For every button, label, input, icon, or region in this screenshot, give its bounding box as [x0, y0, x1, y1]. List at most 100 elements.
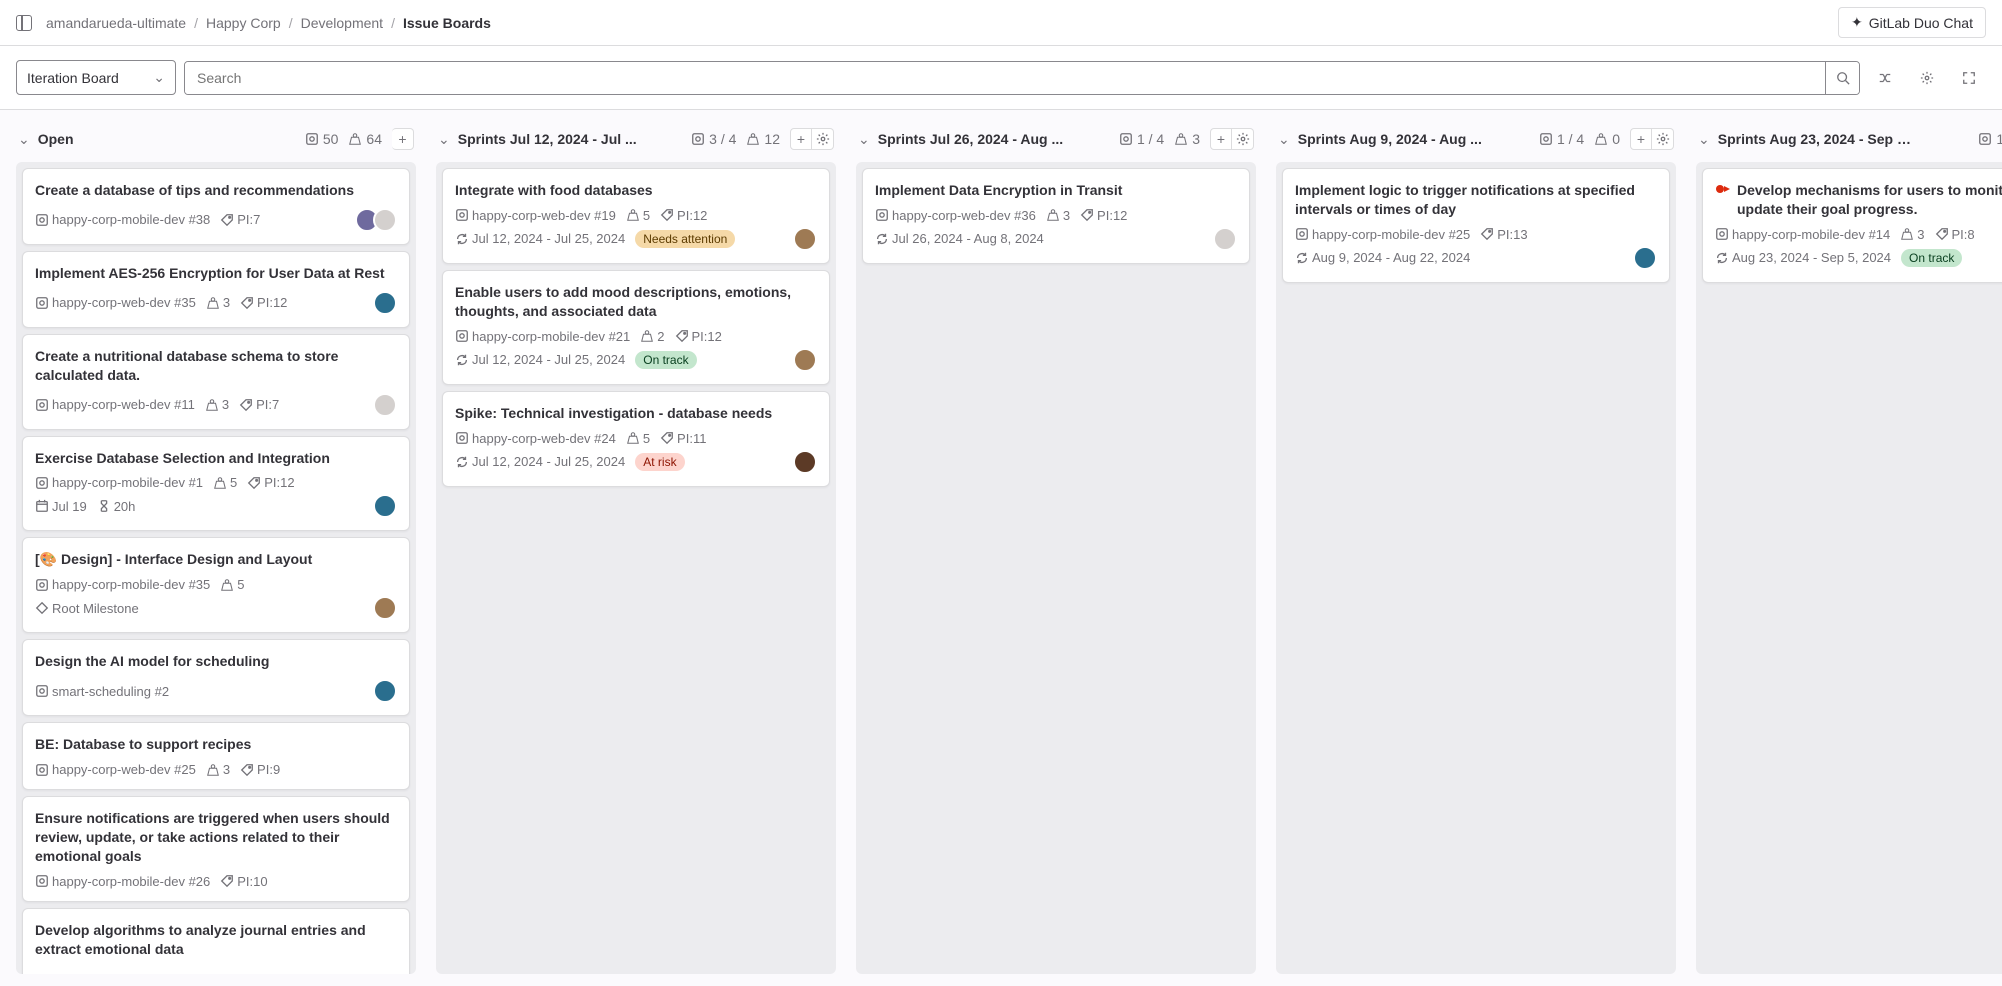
avatar[interactable]	[1633, 246, 1657, 270]
issue-card[interactable]: Develop algorithms to analyze journal en…	[22, 908, 410, 974]
issue-card[interactable]: Enable users to add mood descriptions, e…	[442, 270, 830, 385]
project-ref: smart-scheduling #2	[35, 684, 169, 699]
column-settings-button[interactable]	[1232, 128, 1254, 150]
assignee-avatars[interactable]	[373, 494, 397, 518]
assignee-avatars[interactable]	[373, 679, 397, 703]
duo-chat-button[interactable]: ✦ GitLab Duo Chat	[1838, 7, 1986, 38]
issue-card[interactable]: Implement logic to trigger notifications…	[1282, 168, 1670, 283]
column-header: ⌄ Open 50 64 +	[16, 122, 416, 162]
issue-card[interactable]: Implement Data Encryption in Transit happ…	[862, 168, 1250, 264]
assignee-avatars[interactable]	[373, 596, 397, 620]
assignee-avatars[interactable]	[793, 227, 817, 251]
assignee-avatars[interactable]	[355, 208, 397, 232]
breadcrumb-item[interactable]: amandarueda-ultimate	[46, 15, 186, 31]
assignee-avatars[interactable]	[1633, 246, 1657, 270]
top-bar: amandarueda-ultimate / Happy Corp / Deve…	[0, 0, 2002, 46]
avatar[interactable]	[373, 208, 397, 232]
add-issue-button[interactable]: +	[790, 128, 812, 150]
avatar[interactable]	[1213, 227, 1237, 251]
iteration-dates: Jul 12, 2024 - Jul 25, 2024	[455, 454, 625, 469]
issue-card[interactable]: Spike: Technical investigation - databas…	[442, 391, 830, 487]
card-weight: 3	[206, 295, 230, 310]
add-issue-button[interactable]: +	[1210, 128, 1232, 150]
issue-card[interactable]: Ensure notifications are triggered when …	[22, 796, 410, 902]
assignee-avatars[interactable]	[793, 450, 817, 474]
issue-card[interactable]: Exercise Database Selection and Integrat…	[22, 436, 410, 532]
column-body[interactable]: Create a database of tips and recommenda…	[16, 162, 416, 974]
card-title: Spike: Technical investigation - databas…	[455, 404, 817, 423]
breadcrumb-item[interactable]: Issue Boards	[403, 15, 491, 31]
chevron-down-icon[interactable]: ⌄	[1278, 131, 1290, 148]
issue-card[interactable]: Design the AI model for scheduling smart-…	[22, 639, 410, 716]
column-body[interactable]: Implement logic to trigger notifications…	[1276, 162, 1676, 974]
assignee-avatars[interactable]	[1213, 227, 1237, 251]
avatar[interactable]	[373, 494, 397, 518]
board-column: ⌄ Open 50 64 + Create a database of tips…	[16, 122, 416, 974]
assignee-avatars[interactable]	[373, 393, 397, 417]
chevron-down-icon[interactable]: ⌄	[18, 131, 30, 148]
chevron-down-icon[interactable]: ⌄	[858, 131, 870, 148]
avatar[interactable]	[793, 450, 817, 474]
project-ref: happy-corp-web-dev #36	[875, 208, 1036, 223]
assignee-avatars[interactable]	[793, 348, 817, 372]
breadcrumb-item[interactable]: Development	[301, 15, 384, 31]
issue-card[interactable]: Implement AES-256 Encryption for User Da…	[22, 251, 410, 328]
board-settings-button[interactable]	[1910, 61, 1944, 95]
avatar[interactable]	[373, 596, 397, 620]
issue-card[interactable]: Create a nutritional database schema to …	[22, 334, 410, 430]
avatar[interactable]	[373, 393, 397, 417]
card-weight: 5	[626, 208, 650, 223]
card-weight: 3	[1900, 227, 1924, 242]
board-selector[interactable]: Iteration Board ⌄	[16, 60, 176, 95]
avatar[interactable]	[793, 227, 817, 251]
project-ref: happy-corp-web-dev #24	[455, 431, 616, 446]
card-title: Enable users to add mood descriptions, e…	[455, 283, 817, 321]
search-icon	[1836, 71, 1850, 85]
chevron-down-icon: ⌄	[153, 69, 165, 86]
avatar[interactable]	[373, 679, 397, 703]
chevron-down-icon[interactable]: ⌄	[438, 131, 450, 148]
column-title: Open	[38, 131, 74, 147]
card-title: BE: Database to support recipes	[35, 735, 397, 754]
avatar[interactable]	[373, 291, 397, 315]
add-issue-button[interactable]: +	[392, 128, 414, 150]
column-body[interactable]: Integrate with food databaseshappy-corp-…	[436, 162, 836, 974]
column-header: ⌄ Sprints Aug 9, 2024 - Aug ... 1 / 4 0 …	[1276, 122, 1676, 162]
column-settings-button[interactable]	[1652, 128, 1674, 150]
issues-count: 1 / 4	[1539, 131, 1584, 147]
project-ref: happy-corp-mobile-dev #14	[1715, 227, 1890, 242]
iteration-dates: Jul 26, 2024 - Aug 8, 2024	[875, 231, 1044, 246]
epic-swimlanes-button[interactable]	[1868, 61, 1902, 95]
chevron-down-icon[interactable]: ⌄	[1698, 131, 1710, 148]
issues-count: 1 / 4	[1119, 131, 1164, 147]
column-title: Sprints Aug 23, 2024 - Sep 5, ...	[1718, 131, 1913, 147]
card-title: Implement Data Encryption in Transit	[875, 181, 1237, 200]
issue-card[interactable]: Integrate with food databaseshappy-corp-…	[442, 168, 830, 264]
column-body[interactable]: Implement Data Encryption in Transit happ…	[856, 162, 1256, 974]
breadcrumbs: amandarueda-ultimate / Happy Corp / Deve…	[16, 15, 491, 31]
column-body[interactable]: Develop mechanisms for users to monitor …	[1696, 162, 2002, 974]
card-weight: 3	[206, 762, 230, 777]
card-label: PI:11	[660, 431, 706, 446]
assignee-avatars[interactable]	[373, 291, 397, 315]
issue-card[interactable]: [🎨 Design] - Interface Design and Layout…	[22, 537, 410, 633]
milestone: Root Milestone	[35, 601, 139, 616]
project-ref: happy-corp-mobile-dev #1	[35, 475, 203, 490]
column-header: ⌄ Sprints Jul 12, 2024 - Jul ... 3 / 4 1…	[436, 122, 836, 162]
add-issue-button[interactable]: +	[1630, 128, 1652, 150]
avatar[interactable]	[793, 348, 817, 372]
column-settings-button[interactable]	[812, 128, 834, 150]
project-ref: happy-corp-mobile-dev #25	[1295, 227, 1470, 242]
iteration-dates: Jul 12, 2024 - Jul 25, 2024	[455, 231, 625, 246]
breadcrumb-item[interactable]: Happy Corp	[206, 15, 281, 31]
issue-card[interactable]: Develop mechanisms for users to monitor …	[1702, 168, 2002, 283]
column-title: Sprints Jul 26, 2024 - Aug ...	[878, 131, 1063, 147]
card-title: Design the AI model for scheduling	[35, 652, 397, 671]
search-input[interactable]	[185, 62, 1825, 94]
sidebar-toggle-icon[interactable]	[16, 15, 32, 31]
issue-card[interactable]: BE: Database to support recipeshappy-cor…	[22, 722, 410, 790]
card-label: PI:12	[675, 329, 722, 344]
search-button[interactable]	[1825, 62, 1859, 94]
issue-card[interactable]: Create a database of tips and recommenda…	[22, 168, 410, 245]
fullscreen-button[interactable]	[1952, 61, 1986, 95]
